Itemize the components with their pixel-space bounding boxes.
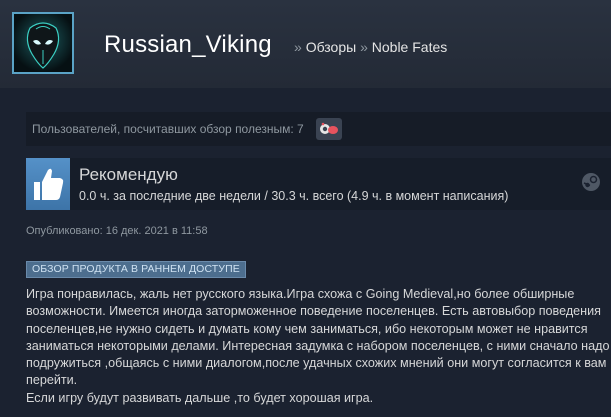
review-paragraph: Игра понравилась, жаль нет русского язык… xyxy=(26,287,610,388)
breadcrumb-game-link[interactable]: Noble Fates xyxy=(372,39,447,55)
breadcrumb-separator: » xyxy=(360,39,368,55)
breadcrumb: » Обзоры » Noble Fates xyxy=(294,39,447,55)
persona-name[interactable]: Russian_Viking xyxy=(104,31,272,59)
alien-mask-avatar-icon xyxy=(14,14,72,72)
early-access-badge: ОБЗОР ПРОДУКТА В РАННЕМ ДОСТУПЕ xyxy=(26,261,246,278)
review-paragraph: Если игру будут развивать дальше ,то буд… xyxy=(26,390,374,405)
posted-date: Опубликовано: 16 дек. 2021 в 11:58 xyxy=(26,225,208,237)
helpful-count: Пользователей, посчитавших обзор полезны… xyxy=(32,122,304,136)
profile-header: Russian_Viking » Обзоры » Noble Fates xyxy=(0,0,611,88)
review-text: Игра понравилась, жаль нет русского язык… xyxy=(26,286,611,407)
helpful-bar: Пользователей, посчитавших обзор полезны… xyxy=(26,112,611,146)
playtime-hours: 0.0 ч. за последние две недели / 30.3 ч.… xyxy=(79,189,509,203)
breadcrumb-reviews-link[interactable]: Обзоры xyxy=(306,39,357,55)
award-icon[interactable] xyxy=(316,118,342,140)
breadcrumb-separator: » xyxy=(294,39,302,55)
recommendation-box: Рекомендую 0.0 ч. за последние две недел… xyxy=(26,158,611,210)
steam-icon xyxy=(581,172,601,192)
thumbs-up-icon xyxy=(26,158,70,210)
avatar[interactable] xyxy=(12,12,74,74)
recommendation-title: Рекомендую xyxy=(79,165,178,184)
